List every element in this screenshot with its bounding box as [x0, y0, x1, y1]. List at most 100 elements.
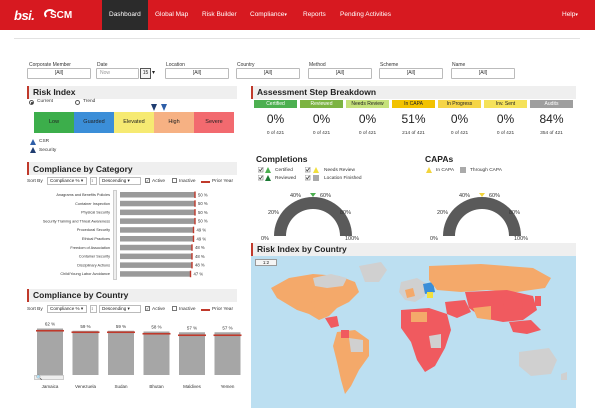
venezuela[interactable]	[341, 330, 349, 338]
category-bar[interactable]	[120, 209, 195, 216]
category-bar[interactable]	[120, 253, 192, 260]
category-bar[interactable]	[120, 236, 194, 242]
filter-corporate-member[interactable]: [All]	[27, 68, 91, 79]
filter-method[interactable]: [All]	[308, 68, 372, 79]
category-bar[interactable]	[120, 227, 194, 233]
map-zoom-value: 1:2	[262, 260, 270, 265]
greenland[interactable]	[359, 262, 387, 282]
card-percent: 0%	[450, 112, 469, 126]
australia[interactable]	[519, 348, 557, 376]
sort-direction-icon[interactable]: ↕	[90, 177, 97, 185]
nav-compliance-label: Compliance	[250, 11, 285, 18]
filter-country[interactable]: [All]	[236, 68, 300, 79]
map-zoom-control[interactable]: 1:2	[255, 259, 277, 266]
filter-location[interactable]: [All]	[165, 68, 229, 79]
country-sort-order[interactable]: Descending ▾	[99, 305, 141, 313]
japan[interactable]	[535, 296, 541, 306]
country-inactive-label: Inactive	[179, 307, 196, 312]
risk-map[interactable]: 1:2	[251, 256, 576, 408]
country-bar[interactable]	[72, 330, 99, 375]
category-bar[interactable]	[120, 200, 195, 207]
card-header-in-progress[interactable]: In Progress	[438, 100, 481, 108]
zoom-icon[interactable]: 🔍	[36, 375, 42, 381]
card-percent: 0%	[496, 112, 515, 126]
category-active-checkbox[interactable]: ✓	[145, 178, 150, 183]
calendar-icon[interactable]: 15	[140, 68, 151, 79]
category-prior-year-marker	[191, 253, 193, 260]
card-header-needs-review[interactable]: Needs Review	[346, 100, 389, 108]
card-header-inv-sent[interactable]: Inv. Sent	[484, 100, 527, 108]
country-bar[interactable]	[37, 328, 63, 376]
sort-direction-icon[interactable]: ↕	[90, 305, 97, 313]
card-count: 214 of 421	[402, 131, 425, 136]
brazil[interactable]	[349, 338, 363, 352]
country-bar[interactable]	[143, 331, 170, 376]
country-prior-year-marker	[213, 334, 242, 337]
category-bar[interactable]	[120, 271, 191, 277]
category-value-label: 50 %	[198, 219, 208, 224]
middle-east[interactable]	[445, 300, 471, 318]
card-percent: 0%	[266, 112, 285, 126]
category-sort-order-value: Descending	[102, 178, 127, 183]
country-sort-field[interactable]: Compliance % ▾	[47, 305, 87, 313]
category-bar[interactable]	[120, 192, 195, 198]
assessment-title: Assessment Step Breakdown	[257, 87, 377, 97]
bsi-logo[interactable]: bsi.	[14, 8, 35, 23]
asia[interactable]	[465, 290, 537, 322]
category-bar[interactable]	[120, 218, 195, 224]
card-count: 0 of 421	[266, 131, 285, 136]
radio-current-label: Current	[37, 99, 53, 104]
country-prior-year-marker	[71, 331, 100, 334]
capas-tick-100: 100%	[514, 236, 528, 242]
card-header-reviewed[interactable]: Reviewed	[300, 100, 343, 108]
card-percent: 51%	[401, 112, 426, 126]
north-africa[interactable]	[411, 312, 427, 322]
country-bar[interactable]	[214, 332, 241, 375]
nav-compliance[interactable]: Compliance▾	[243, 0, 294, 30]
card-header-in-capa[interactable]: In CAPA	[392, 100, 435, 108]
east-africa[interactable]	[429, 334, 441, 348]
card-header-certified[interactable]: Certified	[254, 100, 297, 108]
chevron-down-icon[interactable]: ▾	[152, 69, 155, 76]
filter-name[interactable]: [All]	[451, 68, 515, 79]
category-bar[interactable]	[120, 262, 192, 268]
security-marker-icon	[151, 104, 157, 111]
category-label: Freedom of Association	[70, 246, 110, 250]
nav-help[interactable]: Help▾	[555, 0, 585, 30]
capas-gauge: 0% 20% 40% 60% 80% 100%	[430, 193, 528, 242]
filter-date-input[interactable]: Now	[96, 68, 139, 79]
category-sort-field[interactable]: Compliance % ▾	[47, 177, 87, 185]
capas-title: CAPAs	[425, 154, 454, 164]
capas-tick-0: 0%	[430, 236, 438, 242]
filter-scheme[interactable]: [All]	[379, 68, 443, 79]
nav-reports[interactable]: Reports	[296, 0, 333, 30]
category-prior-year-marker	[191, 244, 193, 251]
radio-trend[interactable]	[75, 100, 80, 105]
card-percent: 0%	[358, 112, 377, 126]
category-value-label: 50 %	[198, 210, 208, 215]
country-bar[interactable]	[179, 332, 205, 375]
nav-pending-activities[interactable]: Pending Activities	[333, 0, 398, 30]
security-legend-label: Security	[39, 148, 57, 153]
country-bar[interactable]	[108, 330, 134, 375]
scm-logo[interactable]: SCM	[50, 10, 72, 21]
southeast-asia[interactable]	[509, 320, 541, 334]
nav-global-map[interactable]: Global Map	[148, 0, 195, 30]
radio-current[interactable]	[29, 100, 34, 105]
india[interactable]	[473, 306, 491, 320]
prior-year-legend-icon	[201, 181, 210, 183]
nav-risk-builder[interactable]: Risk Builder	[195, 0, 244, 30]
new-zealand[interactable]	[561, 372, 567, 380]
category-sort-order[interactable]: Descending ▾	[99, 177, 141, 185]
category-label: Container Inspection	[75, 202, 110, 206]
category-prior-year-marker	[194, 209, 196, 216]
europe-yellow[interactable]	[427, 292, 433, 298]
country-inactive-checkbox[interactable]	[172, 306, 177, 311]
mexico[interactable]	[325, 316, 339, 328]
card-header-audits[interactable]: Audits	[530, 100, 573, 108]
nav-dashboard[interactable]: Dashboard	[102, 0, 148, 30]
category-inactive-checkbox[interactable]	[172, 178, 177, 183]
category-bar[interactable]	[120, 244, 192, 251]
country-active-checkbox[interactable]: ✓	[145, 306, 150, 311]
russia[interactable]	[429, 264, 551, 292]
